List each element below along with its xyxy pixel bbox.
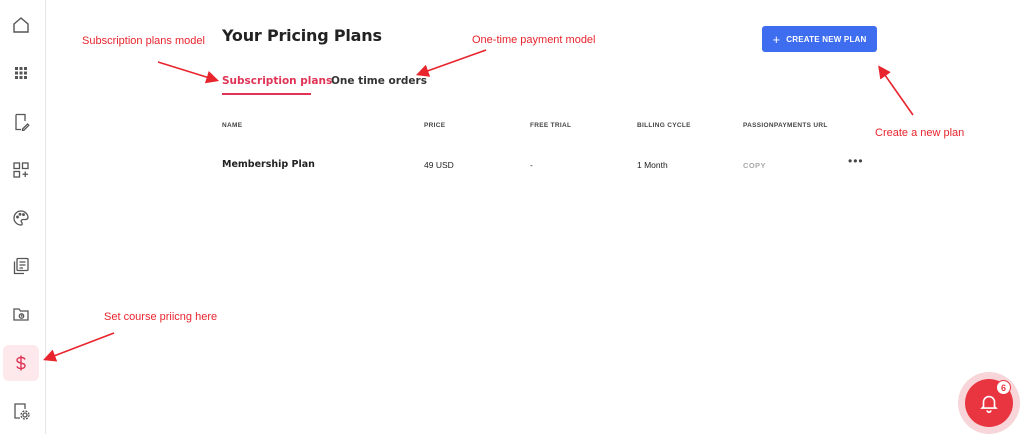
notification-widget: 6 — [958, 372, 1020, 434]
plan-billing-cycle: 1 Month — [637, 160, 668, 170]
annotation-subscription-model: Subscription plans model — [82, 35, 205, 47]
tab-one-time-orders[interactable]: One time orders — [331, 75, 427, 87]
folder-icon — [13, 308, 29, 321]
dollar-icon — [16, 355, 26, 371]
column-header-name: NAME — [222, 122, 243, 129]
page-title: Your Pricing Plans — [222, 26, 382, 45]
create-new-plan-label: CREATE NEW PLAN — [786, 34, 867, 44]
annotation-create-plan: Create a new plan — [875, 127, 965, 139]
content-pages-icon — [13, 257, 29, 275]
sidebar-item-pricing[interactable] — [3, 345, 39, 381]
settings-document-icon — [14, 403, 30, 420]
arrow-to-one-time-tab — [415, 49, 487, 77]
sidebar — [0, 0, 46, 434]
app-root: Your Pricing Plans + CREATE NEW PLAN Sub… — [0, 0, 1024, 434]
home-icon — [13, 17, 29, 33]
copy-url-button[interactable]: COPY — [743, 161, 766, 170]
column-header-price: PRICE — [424, 122, 446, 129]
sidebar-item-edit[interactable] — [3, 104, 39, 140]
annotation-course-pricing: Set course priicng here — [104, 311, 218, 323]
palette-icon — [13, 210, 29, 226]
add-widget-icon — [13, 162, 29, 178]
plus-icon: + — [772, 31, 781, 47]
sidebar-item-settings[interactable] — [3, 393, 39, 429]
active-tab-indicator — [222, 93, 311, 95]
arrow-to-create-button — [878, 65, 914, 116]
more-options-icon[interactable]: ••• — [848, 154, 864, 168]
column-header-free-trial: FREE TRIAL — [530, 122, 572, 129]
arrow-to-subscription-tab — [157, 61, 220, 84]
sidebar-item-apps[interactable] — [3, 55, 39, 91]
sidebar-item-design[interactable] — [3, 200, 39, 236]
sidebar-item-widgets[interactable] — [3, 152, 39, 188]
column-header-url: PASSIONPAYMENTS URL — [743, 122, 828, 129]
annotation-arrows — [43, 49, 914, 362]
plan-name[interactable]: Membership Plan — [222, 159, 315, 170]
sidebar-item-files[interactable] — [3, 296, 39, 332]
sidebar-item-content[interactable] — [3, 248, 39, 284]
edit-document-icon — [15, 113, 30, 131]
annotation-one-time-model: One-time payment model — [472, 34, 596, 46]
notification-count-badge: 6 — [996, 380, 1011, 395]
arrow-to-pricing-nav — [43, 332, 115, 362]
column-header-billing-cycle: BILLING CYCLE — [637, 122, 691, 129]
apps-grid-icon — [15, 67, 27, 79]
plan-free-trial: - — [530, 160, 533, 170]
bell-icon — [980, 395, 998, 413]
sidebar-item-home[interactable] — [3, 7, 39, 43]
tab-subscription-plans[interactable]: Subscription plans — [222, 75, 332, 87]
create-new-plan-button[interactable]: + CREATE NEW PLAN — [762, 26, 877, 52]
plan-price: 49 USD — [424, 160, 454, 170]
